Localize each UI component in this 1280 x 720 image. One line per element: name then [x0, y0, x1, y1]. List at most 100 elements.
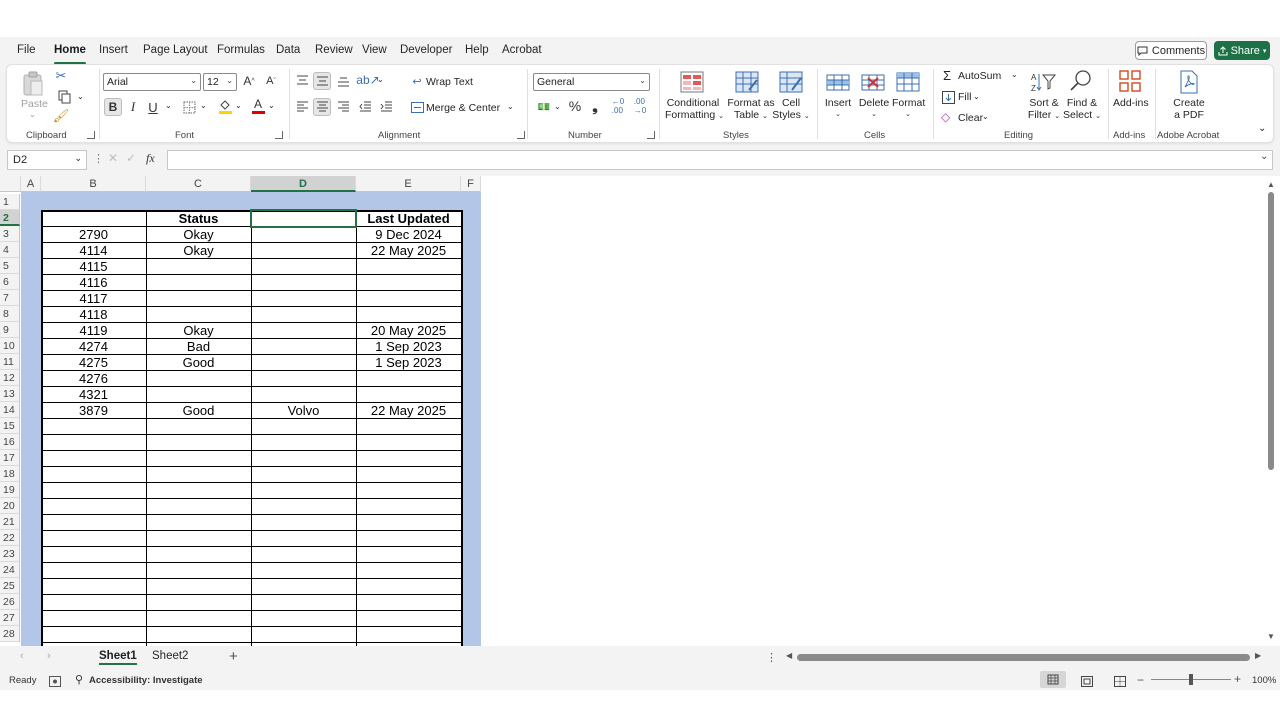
row-header[interactable]: 25 [0, 578, 20, 594]
make-cell[interactable] [251, 274, 356, 290]
row-header[interactable]: 11 [0, 354, 20, 370]
page-break-view-icon[interactable] [1114, 674, 1126, 687]
worksheet-grid[interactable]: A B C D E F 1 2 3 4 5 6 7 8 9 10 11 12 13 14 15 16 17 18 1… [0, 176, 1280, 646]
column-header-c[interactable]: C [146, 176, 251, 192]
id-cell[interactable]: 4116 [41, 274, 146, 290]
decrease-font-icon[interactable]: Aˇ [263, 73, 279, 89]
status-cell[interactable]: Okay [146, 226, 251, 242]
row-header[interactable]: 21 [0, 514, 20, 530]
last-updated-cell[interactable] [356, 274, 461, 290]
insert-cells-button[interactable]: Insert ⌄ [822, 97, 854, 121]
fill-button[interactable]: Fill [958, 91, 971, 103]
chevron-down-icon[interactable]: ⌄ [973, 92, 980, 101]
paste-label[interactable]: Paste [21, 98, 48, 110]
cell-styles-icon[interactable] [778, 69, 804, 95]
percent-style-icon[interactable]: % [567, 98, 583, 114]
zoom-out-icon[interactable]: − [1137, 673, 1144, 687]
vertical-scroll-thumb[interactable] [1268, 192, 1274, 470]
header-cell-last-updated[interactable]: Last Updated [356, 210, 461, 226]
merge-center-button[interactable]: Merge & Center [426, 102, 500, 114]
increase-indent-icon[interactable] [378, 99, 394, 115]
increase-font-icon[interactable]: A ^ [241, 73, 257, 89]
page-layout-view-icon[interactable] [1081, 674, 1093, 687]
last-updated-cell[interactable]: 22 May 2025 [356, 402, 461, 418]
format-painter-icon[interactable]: 🖌 [53, 108, 70, 124]
delete-cells-icon[interactable] [860, 69, 886, 95]
prev-sheet-icon[interactable]: ‹ [20, 650, 24, 662]
sort-filter-button[interactable]: Sort & Filter ⌄ [1024, 97, 1064, 123]
make-cell[interactable] [251, 258, 356, 274]
accessibility-icon[interactable]: ⚲ [75, 673, 83, 686]
add-sheet-icon[interactable]: + [229, 648, 238, 665]
font-name-select[interactable]: Arial ⌄ [103, 73, 201, 91]
row-header[interactable]: 14 [0, 402, 20, 418]
row-header[interactable]: 3 [0, 226, 20, 242]
merge-center-icon[interactable] [410, 100, 424, 114]
tab-insert[interactable]: Insert [99, 44, 128, 56]
horizontal-scroll-thumb[interactable] [797, 654, 1250, 661]
format-cells-icon[interactable] [895, 69, 921, 95]
add-ins-icon[interactable] [1118, 69, 1142, 93]
wrap-text-icon[interactable]: ↩ [410, 74, 424, 88]
last-updated-cell[interactable]: 1 Sep 2023 [356, 354, 461, 370]
find-select-button[interactable]: Find & Select ⌄ [1062, 97, 1102, 123]
row-header[interactable]: 6 [0, 274, 20, 290]
row-header[interactable]: 22 [0, 530, 20, 546]
make-cell[interactable] [251, 290, 356, 306]
make-cell[interactable] [251, 306, 356, 322]
accounting-format-icon[interactable]: 💵 [535, 99, 553, 115]
wrap-text-button[interactable]: Wrap Text [426, 76, 473, 88]
collapse-ribbon-icon[interactable]: ⌄ [1258, 123, 1266, 134]
bold-button[interactable]: B [104, 98, 122, 116]
header-cell-b[interactable] [41, 210, 146, 226]
align-right-icon[interactable] [335, 99, 351, 115]
cell-styles-button[interactable]: Cell Styles ⌄ [771, 97, 811, 123]
status-cell[interactable] [146, 306, 251, 322]
last-updated-cell[interactable] [356, 386, 461, 402]
tab-developer[interactable]: Developer [400, 44, 452, 56]
status-cell[interactable]: Good [146, 402, 251, 418]
chevron-down-icon[interactable]: ⌄ [77, 92, 84, 101]
autosum-button[interactable]: AutoSum [958, 70, 1001, 82]
make-cell[interactable] [251, 370, 356, 386]
sheet-tab-sheet2[interactable]: Sheet2 [152, 650, 188, 662]
chevron-down-icon[interactable]: ⌄ [268, 101, 275, 110]
macro-record-icon[interactable] [49, 674, 61, 687]
status-cell[interactable] [146, 370, 251, 386]
column-header-b[interactable]: B [41, 176, 146, 192]
scroll-left-icon[interactable]: ◀ [786, 651, 792, 660]
comma-style-icon[interactable]: ❟ [588, 98, 602, 114]
id-cell[interactable]: 4119 [41, 322, 146, 338]
last-updated-cell[interactable] [356, 306, 461, 322]
cut-icon[interactable]: ✂ [53, 68, 69, 84]
row-header[interactable]: 27 [0, 610, 20, 626]
make-cell[interactable] [251, 226, 356, 242]
conditional-formatting-icon[interactable] [679, 69, 705, 95]
zoom-level[interactable]: 100% [1252, 675, 1276, 686]
scroll-down-icon[interactable]: ▼ [1267, 632, 1275, 641]
chevron-down-icon[interactable]: ⌄ [235, 101, 242, 110]
fill-color-icon[interactable] [217, 97, 233, 115]
align-center-icon[interactable] [313, 98, 331, 116]
normal-view-button[interactable] [1040, 671, 1066, 688]
next-sheet-icon[interactable]: › [47, 650, 51, 662]
status-cell[interactable]: Good [146, 354, 251, 370]
align-left-icon[interactable] [294, 99, 310, 115]
eraser-icon[interactable]: ◇ [941, 110, 950, 124]
row-header[interactable]: 10 [0, 338, 20, 354]
id-cell[interactable]: 4117 [41, 290, 146, 306]
chevron-down-icon[interactable]: ⌄ [200, 101, 207, 110]
row-header[interactable]: 20 [0, 498, 20, 514]
make-cell[interactable] [251, 242, 356, 258]
column-header-f[interactable]: F [461, 176, 481, 192]
last-updated-cell[interactable]: 20 May 2025 [356, 322, 461, 338]
conditional-formatting-button[interactable]: Conditional Formatting ⌄ [665, 97, 724, 123]
number-launcher-icon[interactable] [647, 131, 655, 139]
more-options-icon[interactable]: ⋮ [93, 152, 104, 165]
scroll-up-icon[interactable]: ▲ [1267, 180, 1275, 189]
comments-button[interactable]: Comments [1135, 41, 1207, 60]
chevron-down-icon[interactable]: ⌄ [165, 101, 172, 110]
last-updated-cell[interactable] [356, 258, 461, 274]
make-cell[interactable]: Volvo [251, 402, 356, 418]
tab-home[interactable]: Home [54, 44, 86, 65]
